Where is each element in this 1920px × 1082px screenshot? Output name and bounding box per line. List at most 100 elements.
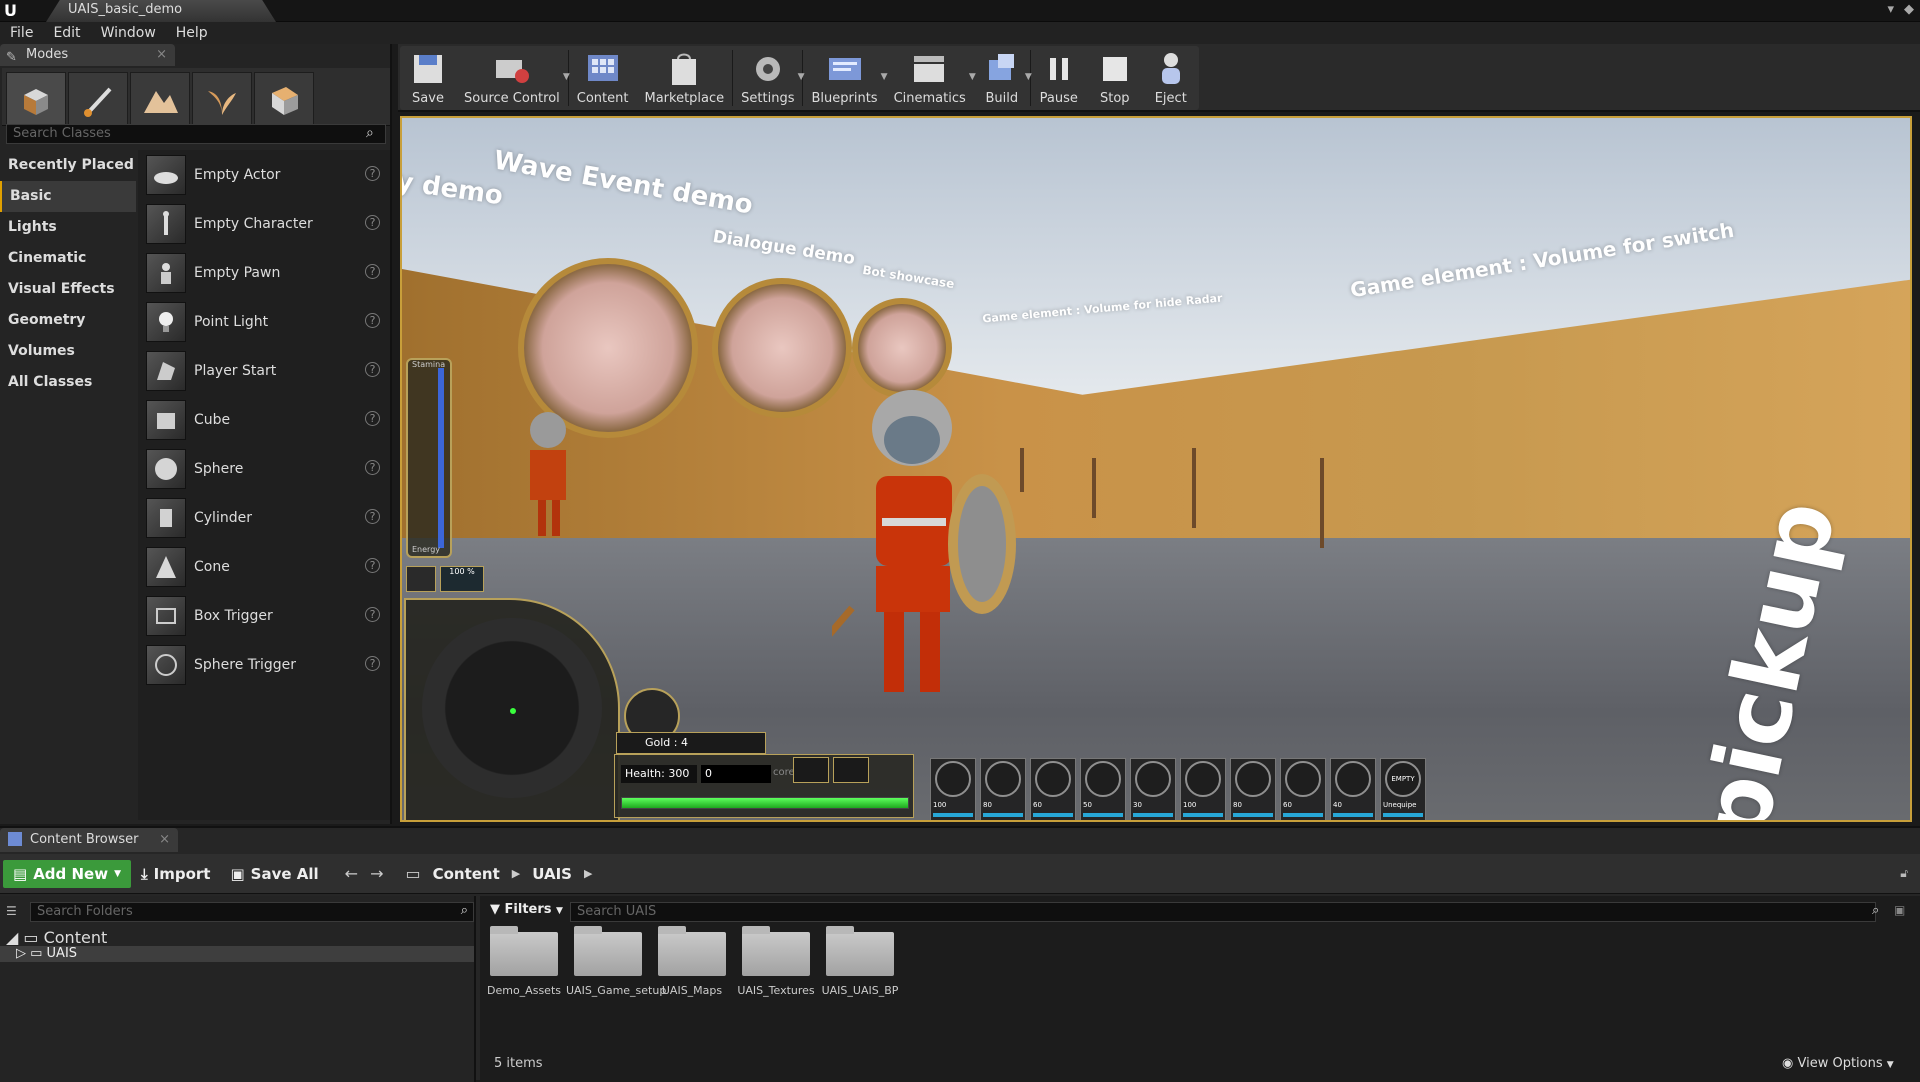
paint-mode-button[interactable]: [68, 72, 128, 130]
category-visual-effects[interactable]: Visual Effects: [0, 274, 136, 305]
player-character: [832, 390, 1016, 692]
search-folders-input[interactable]: Search Folders: [30, 902, 474, 922]
search-icon[interactable]: ⌕: [366, 125, 382, 141]
list-item[interactable]: Empty Pawn?: [138, 248, 390, 297]
category-lights[interactable]: Lights: [0, 212, 136, 243]
category-geometry[interactable]: Geometry: [0, 305, 136, 336]
place-mode-button[interactable]: [6, 72, 66, 130]
folder-item[interactable]: UAIS_Maps: [656, 926, 728, 997]
filters-button[interactable]: ▼ Filters ▼: [490, 902, 563, 917]
sphere-icon: [146, 448, 186, 489]
category-volumes[interactable]: Volumes: [0, 336, 136, 367]
cinematics-button[interactable]: Cinematics ▼: [886, 46, 976, 110]
settings-button[interactable]: Settings ▼: [733, 46, 804, 110]
stamina-bar: Stamina Energy: [406, 358, 452, 558]
list-item[interactable]: Cube?: [138, 395, 390, 444]
view-options-button[interactable]: ◉ View Options ▼: [1782, 1056, 1894, 1071]
folder-item[interactable]: UAIS_Textures: [737, 926, 815, 997]
close-icon[interactable]: ×: [156, 44, 167, 66]
chevron-down-icon: ▼: [1886, 1060, 1894, 1070]
toggle-sources-icon[interactable]: ☰: [6, 904, 17, 918]
breadcrumb-arrow-icon[interactable]: ▶: [578, 867, 598, 880]
help-icon[interactable]: ?: [365, 656, 380, 671]
category-basic[interactable]: Basic: [0, 181, 136, 212]
help-icon[interactable]: ?: [365, 607, 380, 622]
class-list: Empty Actor? Empty Character? Empty Pawn…: [138, 150, 390, 820]
forward-arrow-icon[interactable]: →: [364, 864, 389, 883]
list-item[interactable]: Empty Character?: [138, 199, 390, 248]
help-icon[interactable]: ?: [365, 509, 380, 524]
save-search-icon[interactable]: ▣: [1894, 903, 1905, 917]
back-arrow-icon[interactable]: ←: [339, 864, 364, 883]
modes-tab[interactable]: ✎ Modes ×: [0, 44, 175, 66]
help-icon[interactable]: ?: [365, 215, 380, 230]
search-assets-input[interactable]: Search UAIS: [570, 902, 1876, 922]
help-icon[interactable]: ?: [365, 166, 380, 181]
add-new-label: Add New: [33, 864, 109, 883]
save-all-icon: ▣: [230, 864, 245, 883]
lock-icon[interactable]: 🔓︎: [1900, 866, 1908, 881]
list-item[interactable]: Sphere?: [138, 444, 390, 493]
asset-view: ▼ Filters ▼ Search UAIS ⌕ ▣ Demo_Assets …: [480, 896, 1920, 1082]
save-button[interactable]: Save: [400, 46, 456, 110]
health-value: Health: 300: [621, 765, 697, 783]
folder-name: Demo_Assets: [487, 984, 561, 997]
help-icon[interactable]: ?: [365, 313, 380, 328]
class-label: Sphere Trigger: [194, 656, 297, 673]
marketplace-button[interactable]: Marketplace: [636, 46, 732, 110]
menu-help[interactable]: Help: [166, 25, 218, 41]
help-icon[interactable]: ?: [365, 362, 380, 377]
tree-item-uais[interactable]: ▷ ▭ UAIS: [0, 946, 474, 962]
search-classes-input[interactable]: Search Classes: [6, 124, 386, 144]
search-icon[interactable]: ⌕: [461, 903, 468, 918]
document-tab[interactable]: UAIS_basic_demo: [46, 0, 276, 22]
breadcrumb-arrow-icon[interactable]: ▶: [506, 867, 526, 880]
place-mode-icon: [24, 89, 48, 115]
list-item[interactable]: Empty Actor?: [138, 150, 390, 199]
menu-window[interactable]: Window: [91, 25, 166, 41]
folder-item[interactable]: Demo_Assets: [487, 926, 561, 997]
landscape-mode-button[interactable]: [130, 72, 190, 130]
help-icon[interactable]: ?: [365, 264, 380, 279]
menu-file[interactable]: File: [0, 25, 43, 41]
menu-edit[interactable]: Edit: [43, 25, 90, 41]
category-recently-placed[interactable]: Recently Placed: [0, 150, 136, 181]
folder-item[interactable]: UAIS_Game_setup: [566, 926, 666, 997]
list-item[interactable]: Sphere Trigger?: [138, 640, 390, 689]
level-viewport[interactable]: y demo Wave Event demo Dialogue demo Bot…: [400, 116, 1912, 822]
geometry-mode-button[interactable]: [254, 72, 314, 130]
list-item[interactable]: Cylinder?: [138, 493, 390, 542]
import-button[interactable]: ⤓ Import: [131, 860, 220, 888]
tree-root-content[interactable]: ◢ ▭ Content: [6, 928, 107, 947]
help-icon[interactable]: ?: [365, 411, 380, 426]
close-icon[interactable]: ×: [159, 828, 170, 852]
list-item[interactable]: Point Light?: [138, 297, 390, 346]
breadcrumb-uais[interactable]: UAIS: [526, 865, 578, 883]
content-button[interactable]: Content: [569, 46, 637, 110]
weapon-slot-bar: [1133, 813, 1173, 817]
notification-icon[interactable]: ▾: [1887, 2, 1894, 20]
blueprints-button[interactable]: Blueprints ▼: [803, 46, 888, 110]
category-cinematic[interactable]: Cinematic: [0, 243, 136, 274]
pause-button[interactable]: Pause: [1031, 46, 1087, 110]
save-all-label: Save All: [250, 864, 319, 883]
help-icon[interactable]: ?: [365, 460, 380, 475]
feedback-icon[interactable]: ◆: [1904, 2, 1914, 20]
build-button[interactable]: Build ▼: [974, 46, 1032, 110]
content-browser-tab[interactable]: Content Browser ×: [0, 828, 178, 852]
breadcrumb-content[interactable]: Content: [427, 865, 506, 883]
stop-button[interactable]: Stop: [1087, 46, 1143, 110]
foliage-mode-button[interactable]: [192, 72, 252, 130]
category-all-classes[interactable]: All Classes: [0, 367, 136, 398]
save-all-button[interactable]: ▣ Save All: [220, 860, 328, 888]
eject-button[interactable]: Eject: [1143, 46, 1199, 110]
help-icon[interactable]: ?: [365, 558, 380, 573]
add-new-button[interactable]: ▤ Add New ▼: [3, 859, 131, 888]
folder-item[interactable]: UAIS_UAIS_BP: [822, 926, 898, 997]
list-item[interactable]: Box Trigger?: [138, 591, 390, 640]
list-item[interactable]: Player Start?: [138, 346, 390, 395]
search-icon[interactable]: ⌕: [1872, 903, 1879, 918]
folder-icon[interactable]: ▭: [399, 864, 426, 883]
source-control-button[interactable]: Source Control ▼: [456, 46, 570, 110]
list-item[interactable]: Cone?: [138, 542, 390, 591]
